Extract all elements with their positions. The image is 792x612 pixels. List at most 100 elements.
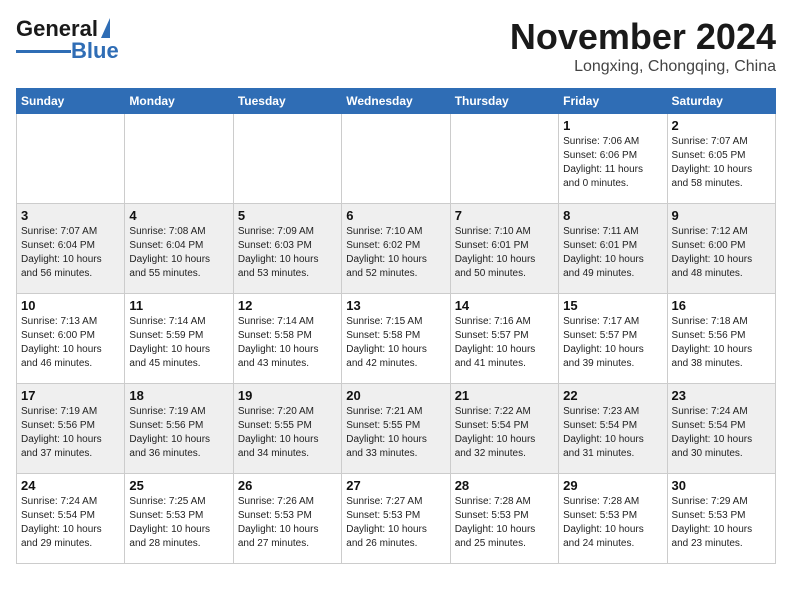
calendar-table: SundayMondayTuesdayWednesdayThursdayFrid… <box>16 88 776 564</box>
day-number: 30 <box>672 478 771 493</box>
day-number: 24 <box>21 478 120 493</box>
day-info: Sunrise: 7:17 AM Sunset: 5:57 PM Dayligh… <box>563 315 662 371</box>
day-number: 22 <box>563 388 662 403</box>
day-number: 18 <box>129 388 228 403</box>
location-subtitle: Longxing, Chongqing, China <box>510 58 776 76</box>
day-info: Sunrise: 7:09 AM Sunset: 6:03 PM Dayligh… <box>238 225 337 281</box>
calendar-cell: 20Sunrise: 7:21 AM Sunset: 5:55 PM Dayli… <box>342 384 450 474</box>
calendar-cell <box>233 114 341 204</box>
day-number: 15 <box>563 298 662 313</box>
calendar-cell: 7 Sunrise: 7:10 AM Sunset: 6:01 PM Daylig… <box>450 204 558 294</box>
logo-underline <box>16 50 71 53</box>
weekday-header-sunday: Sunday <box>17 89 125 114</box>
day-info: Sunrise: 7:14 AM Sunset: 5:59 PM Dayligh… <box>129 315 228 371</box>
calendar-cell: 2 Sunrise: 7:07 AM Sunset: 6:05 PM Daylig… <box>667 114 775 204</box>
day-info: Sunrise: 7:20 AM Sunset: 5:55 PM Dayligh… <box>238 405 337 461</box>
page-header: General Blue November 2024 Longxing, Cho… <box>16 16 776 76</box>
day-info: Sunrise: 7:08 AM Sunset: 6:04 PM Dayligh… <box>129 225 228 281</box>
day-info: Sunrise: 7:10 AM Sunset: 6:01 PM Dayligh… <box>455 225 554 281</box>
day-number: 29 <box>563 478 662 493</box>
logo-blue: Blue <box>71 38 119 64</box>
month-title: November 2024 <box>510 16 776 58</box>
day-info: Sunrise: 7:28 AM Sunset: 5:53 PM Dayligh… <box>455 495 554 551</box>
day-number: 12 <box>238 298 337 313</box>
day-number: 27 <box>346 478 445 493</box>
day-info: Sunrise: 7:10 AM Sunset: 6:02 PM Dayligh… <box>346 225 445 281</box>
calendar-row-2: 10 Sunrise: 7:13 AM Sunset: 6:00 PM Dayli… <box>17 294 776 384</box>
day-number: 13 <box>346 298 445 313</box>
weekday-header-thursday: Thursday <box>450 89 558 114</box>
day-number: 23 <box>672 388 771 403</box>
title-block: November 2024 Longxing, Chongqing, China <box>510 16 776 76</box>
weekday-header-tuesday: Tuesday <box>233 89 341 114</box>
day-number: 1 <box>563 118 662 133</box>
day-info: Sunrise: 7:24 AM Sunset: 5:54 PM Dayligh… <box>21 495 120 551</box>
calendar-cell: 19 Sunrise: 7:20 AM Sunset: 5:55 PM Dayli… <box>233 384 341 474</box>
day-info: Sunrise: 7:18 AM Sunset: 5:56 PM Dayligh… <box>672 315 771 371</box>
day-info: Sunrise: 7:19 AM Sunset: 5:56 PM Dayligh… <box>21 405 120 461</box>
weekday-header-row: SundayMondayTuesdayWednesdayThursdayFrid… <box>17 89 776 114</box>
logo-triangle-icon <box>101 18 110 38</box>
day-info: Sunrise: 7:26 AM Sunset: 5:53 PM Dayligh… <box>238 495 337 551</box>
day-number: 8 <box>563 208 662 223</box>
day-number: 16 <box>672 298 771 313</box>
weekday-header-saturday: Saturday <box>667 89 775 114</box>
day-number: 9 <box>672 208 771 223</box>
calendar-cell: 5Sunrise: 7:09 AM Sunset: 6:03 PM Daylig… <box>233 204 341 294</box>
day-info: Sunrise: 7:06 AM Sunset: 6:06 PM Dayligh… <box>563 135 662 191</box>
day-number: 7 <box>455 208 554 223</box>
calendar-cell: 26 Sunrise: 7:26 AM Sunset: 5:53 PM Dayli… <box>233 474 341 564</box>
calendar-cell: 4 Sunrise: 7:08 AM Sunset: 6:04 PM Daylig… <box>125 204 233 294</box>
calendar-cell: 22Sunrise: 7:23 AM Sunset: 5:54 PM Dayli… <box>559 384 667 474</box>
calendar-cell: 25 Sunrise: 7:25 AM Sunset: 5:53 PM Dayli… <box>125 474 233 564</box>
day-info: Sunrise: 7:07 AM Sunset: 6:05 PM Dayligh… <box>672 135 771 191</box>
day-number: 21 <box>455 388 554 403</box>
weekday-header-wednesday: Wednesday <box>342 89 450 114</box>
day-info: Sunrise: 7:14 AM Sunset: 5:58 PM Dayligh… <box>238 315 337 371</box>
day-info: Sunrise: 7:22 AM Sunset: 5:54 PM Dayligh… <box>455 405 554 461</box>
calendar-cell: 13Sunrise: 7:15 AM Sunset: 5:58 PM Dayli… <box>342 294 450 384</box>
calendar-cell: 23Sunrise: 7:24 AM Sunset: 5:54 PM Dayli… <box>667 384 775 474</box>
calendar-cell: 27 Sunrise: 7:27 AM Sunset: 5:53 PM Dayli… <box>342 474 450 564</box>
day-number: 28 <box>455 478 554 493</box>
day-number: 3 <box>21 208 120 223</box>
day-number: 26 <box>238 478 337 493</box>
calendar-cell: 15 Sunrise: 7:17 AM Sunset: 5:57 PM Dayli… <box>559 294 667 384</box>
calendar-cell <box>17 114 125 204</box>
day-info: Sunrise: 7:13 AM Sunset: 6:00 PM Dayligh… <box>21 315 120 371</box>
calendar-cell <box>450 114 558 204</box>
calendar-cell: 1 Sunrise: 7:06 AM Sunset: 6:06 PM Daylig… <box>559 114 667 204</box>
day-info: Sunrise: 7:28 AM Sunset: 5:53 PM Dayligh… <box>563 495 662 551</box>
day-number: 14 <box>455 298 554 313</box>
day-info: Sunrise: 7:12 AM Sunset: 6:00 PM Dayligh… <box>672 225 771 281</box>
day-number: 17 <box>21 388 120 403</box>
day-info: Sunrise: 7:27 AM Sunset: 5:53 PM Dayligh… <box>346 495 445 551</box>
weekday-header-monday: Monday <box>125 89 233 114</box>
calendar-cell: 3 Sunrise: 7:07 AM Sunset: 6:04 PM Daylig… <box>17 204 125 294</box>
day-number: 4 <box>129 208 228 223</box>
calendar-row-0: 1 Sunrise: 7:06 AM Sunset: 6:06 PM Daylig… <box>17 114 776 204</box>
calendar-cell: 28 Sunrise: 7:28 AM Sunset: 5:53 PM Dayli… <box>450 474 558 564</box>
day-number: 11 <box>129 298 228 313</box>
day-info: Sunrise: 7:07 AM Sunset: 6:04 PM Dayligh… <box>21 225 120 281</box>
calendar-cell: 14 Sunrise: 7:16 AM Sunset: 5:57 PM Dayli… <box>450 294 558 384</box>
day-number: 19 <box>238 388 337 403</box>
calendar-cell: 18Sunrise: 7:19 AM Sunset: 5:56 PM Dayli… <box>125 384 233 474</box>
day-number: 6 <box>346 208 445 223</box>
day-info: Sunrise: 7:25 AM Sunset: 5:53 PM Dayligh… <box>129 495 228 551</box>
calendar-cell: 9 Sunrise: 7:12 AM Sunset: 6:00 PM Daylig… <box>667 204 775 294</box>
day-info: Sunrise: 7:16 AM Sunset: 5:57 PM Dayligh… <box>455 315 554 371</box>
logo: General Blue <box>16 16 119 64</box>
day-number: 25 <box>129 478 228 493</box>
calendar-cell: 10 Sunrise: 7:13 AM Sunset: 6:00 PM Dayli… <box>17 294 125 384</box>
calendar-cell: 8 Sunrise: 7:11 AM Sunset: 6:01 PM Daylig… <box>559 204 667 294</box>
calendar-cell <box>125 114 233 204</box>
calendar-cell: 16 Sunrise: 7:18 AM Sunset: 5:56 PM Dayli… <box>667 294 775 384</box>
day-info: Sunrise: 7:11 AM Sunset: 6:01 PM Dayligh… <box>563 225 662 281</box>
day-number: 2 <box>672 118 771 133</box>
calendar-cell <box>342 114 450 204</box>
calendar-row-3: 17 Sunrise: 7:19 AM Sunset: 5:56 PM Dayli… <box>17 384 776 474</box>
calendar-cell: 29 Sunrise: 7:28 AM Sunset: 5:53 PM Dayli… <box>559 474 667 564</box>
day-number: 10 <box>21 298 120 313</box>
calendar-cell: 12 Sunrise: 7:14 AM Sunset: 5:58 PM Dayli… <box>233 294 341 384</box>
